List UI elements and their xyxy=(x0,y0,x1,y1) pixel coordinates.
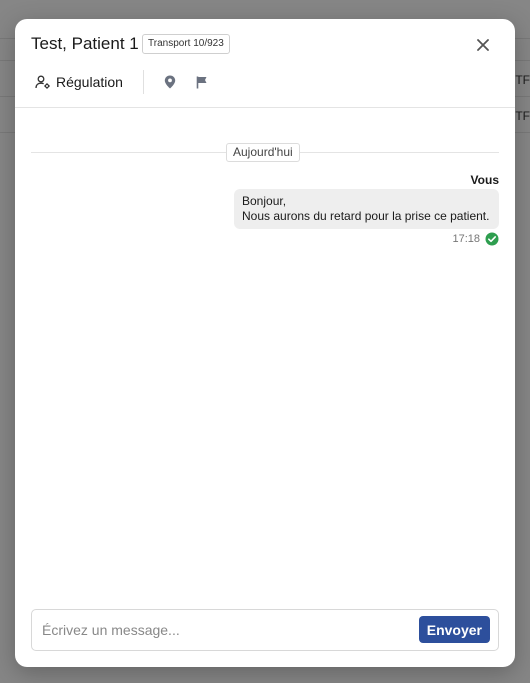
location-pin-icon xyxy=(164,75,176,89)
send-button[interactable]: Envoyer xyxy=(418,616,490,643)
modal-title: Test, Patient 1 xyxy=(31,34,139,53)
check-circle-icon xyxy=(485,232,499,246)
message-bubble: Bonjour, Nous aurons du retard pour la p… xyxy=(234,189,499,229)
tab-divider xyxy=(142,70,144,94)
message-sender: Vous xyxy=(470,173,499,187)
message-line: Bonjour, xyxy=(242,194,287,208)
modal-tabs: Régulation xyxy=(31,69,226,95)
modal-header: Test, Patient 1 Transport 10/923 Régulat… xyxy=(15,19,515,108)
message-line: Nous aurons du retard pour la prise ce p… xyxy=(242,209,490,223)
close-button[interactable] xyxy=(471,33,495,57)
message-composer: Envoyer xyxy=(31,609,499,651)
message-input[interactable] xyxy=(40,610,414,650)
message-time: 17:18 xyxy=(452,233,480,245)
message-thread[interactable]: Aujourd'hui Vous Bonjour, Nous aurons du… xyxy=(15,108,515,607)
tab-regulation[interactable]: Régulation xyxy=(31,74,127,90)
close-icon xyxy=(477,39,489,51)
tab-regulation-label: Régulation xyxy=(56,74,123,90)
transport-badge: Transport 10/923 xyxy=(142,34,230,54)
flag-icon xyxy=(196,76,207,88)
user-settings-icon xyxy=(35,75,50,89)
tab-flag[interactable] xyxy=(194,74,210,90)
chat-modal: Test, Patient 1 Transport 10/923 Régulat… xyxy=(15,19,515,667)
message-meta: 17:18 xyxy=(452,232,499,246)
tab-location[interactable] xyxy=(162,74,178,90)
day-label: Aujourd'hui xyxy=(226,143,300,162)
